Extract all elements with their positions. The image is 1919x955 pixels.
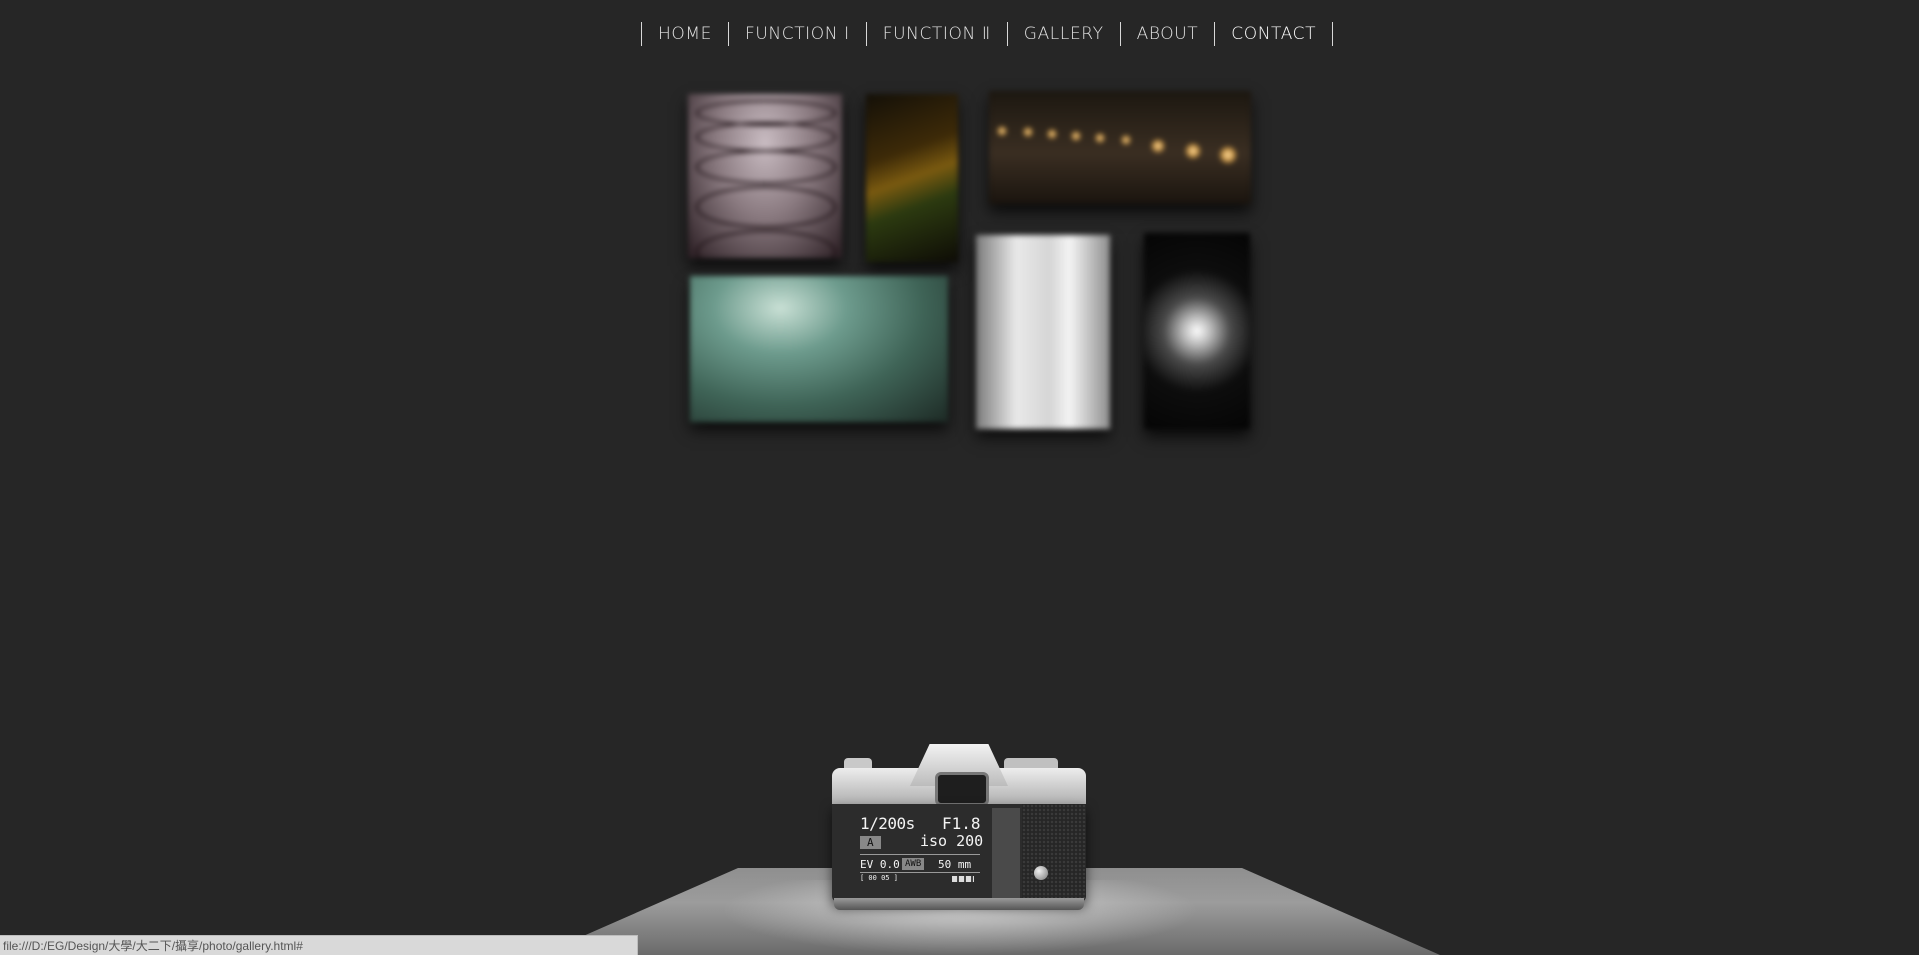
gallery-photo-night-pier[interactable]: [989, 91, 1251, 204]
gallery-photo-light-trails[interactable]: [866, 94, 958, 262]
camera-grip: [1022, 804, 1086, 902]
screen-divider: [860, 854, 980, 855]
nav-function-1-link[interactable]: FUNCTION Ⅰ: [729, 22, 867, 46]
gallery-photo-glowing-glass[interactable]: [1144, 233, 1250, 429]
nav-home-link[interactable]: HOME: [642, 22, 729, 46]
gallery-photo-wine-glasses[interactable]: [688, 94, 842, 258]
gallery-photo-waterfall[interactable]: [976, 235, 1110, 429]
iso-value: iso 200: [920, 832, 984, 850]
main-nav: HOME FUNCTION Ⅰ FUNCTION Ⅱ GALLERY ABOUT…: [641, 22, 1334, 46]
aperture-value: F1.8: [942, 814, 981, 833]
camera-illustration: 1/200s F1.8 A iso 200 EV 0.0 AWB 50 mm […: [832, 738, 1086, 910]
battery-icon: [952, 876, 974, 882]
camera-body-strip: [992, 808, 1020, 898]
gallery-photo-sky-reflection[interactable]: [690, 276, 948, 422]
awb-badge: AWB: [902, 858, 925, 870]
camera-round-button: [1034, 866, 1048, 880]
exposure-value: EV 0.0: [860, 858, 900, 871]
frame-counter: [ 00 05 ]: [860, 874, 898, 882]
screen-divider-lower: [860, 872, 980, 873]
nav-about-link[interactable]: ABOUT: [1121, 22, 1216, 46]
viewfinder-eyepiece: [935, 772, 989, 806]
nav-contact-link[interactable]: CONTACT: [1215, 22, 1334, 46]
nav-gallery-link[interactable]: GALLERY: [1008, 22, 1121, 46]
mode-badge: A: [860, 836, 881, 849]
focal-length: 50 mm: [938, 858, 972, 871]
nav-function-2-link[interactable]: FUNCTION Ⅱ: [867, 22, 1008, 46]
camera-lcd-screen: 1/200s F1.8 A iso 200 EV 0.0 AWB 50 mm […: [860, 812, 990, 900]
browser-status-bar: file:///D:/EG/Design/大學/大二下/攝享/photo/gal…: [0, 935, 638, 955]
